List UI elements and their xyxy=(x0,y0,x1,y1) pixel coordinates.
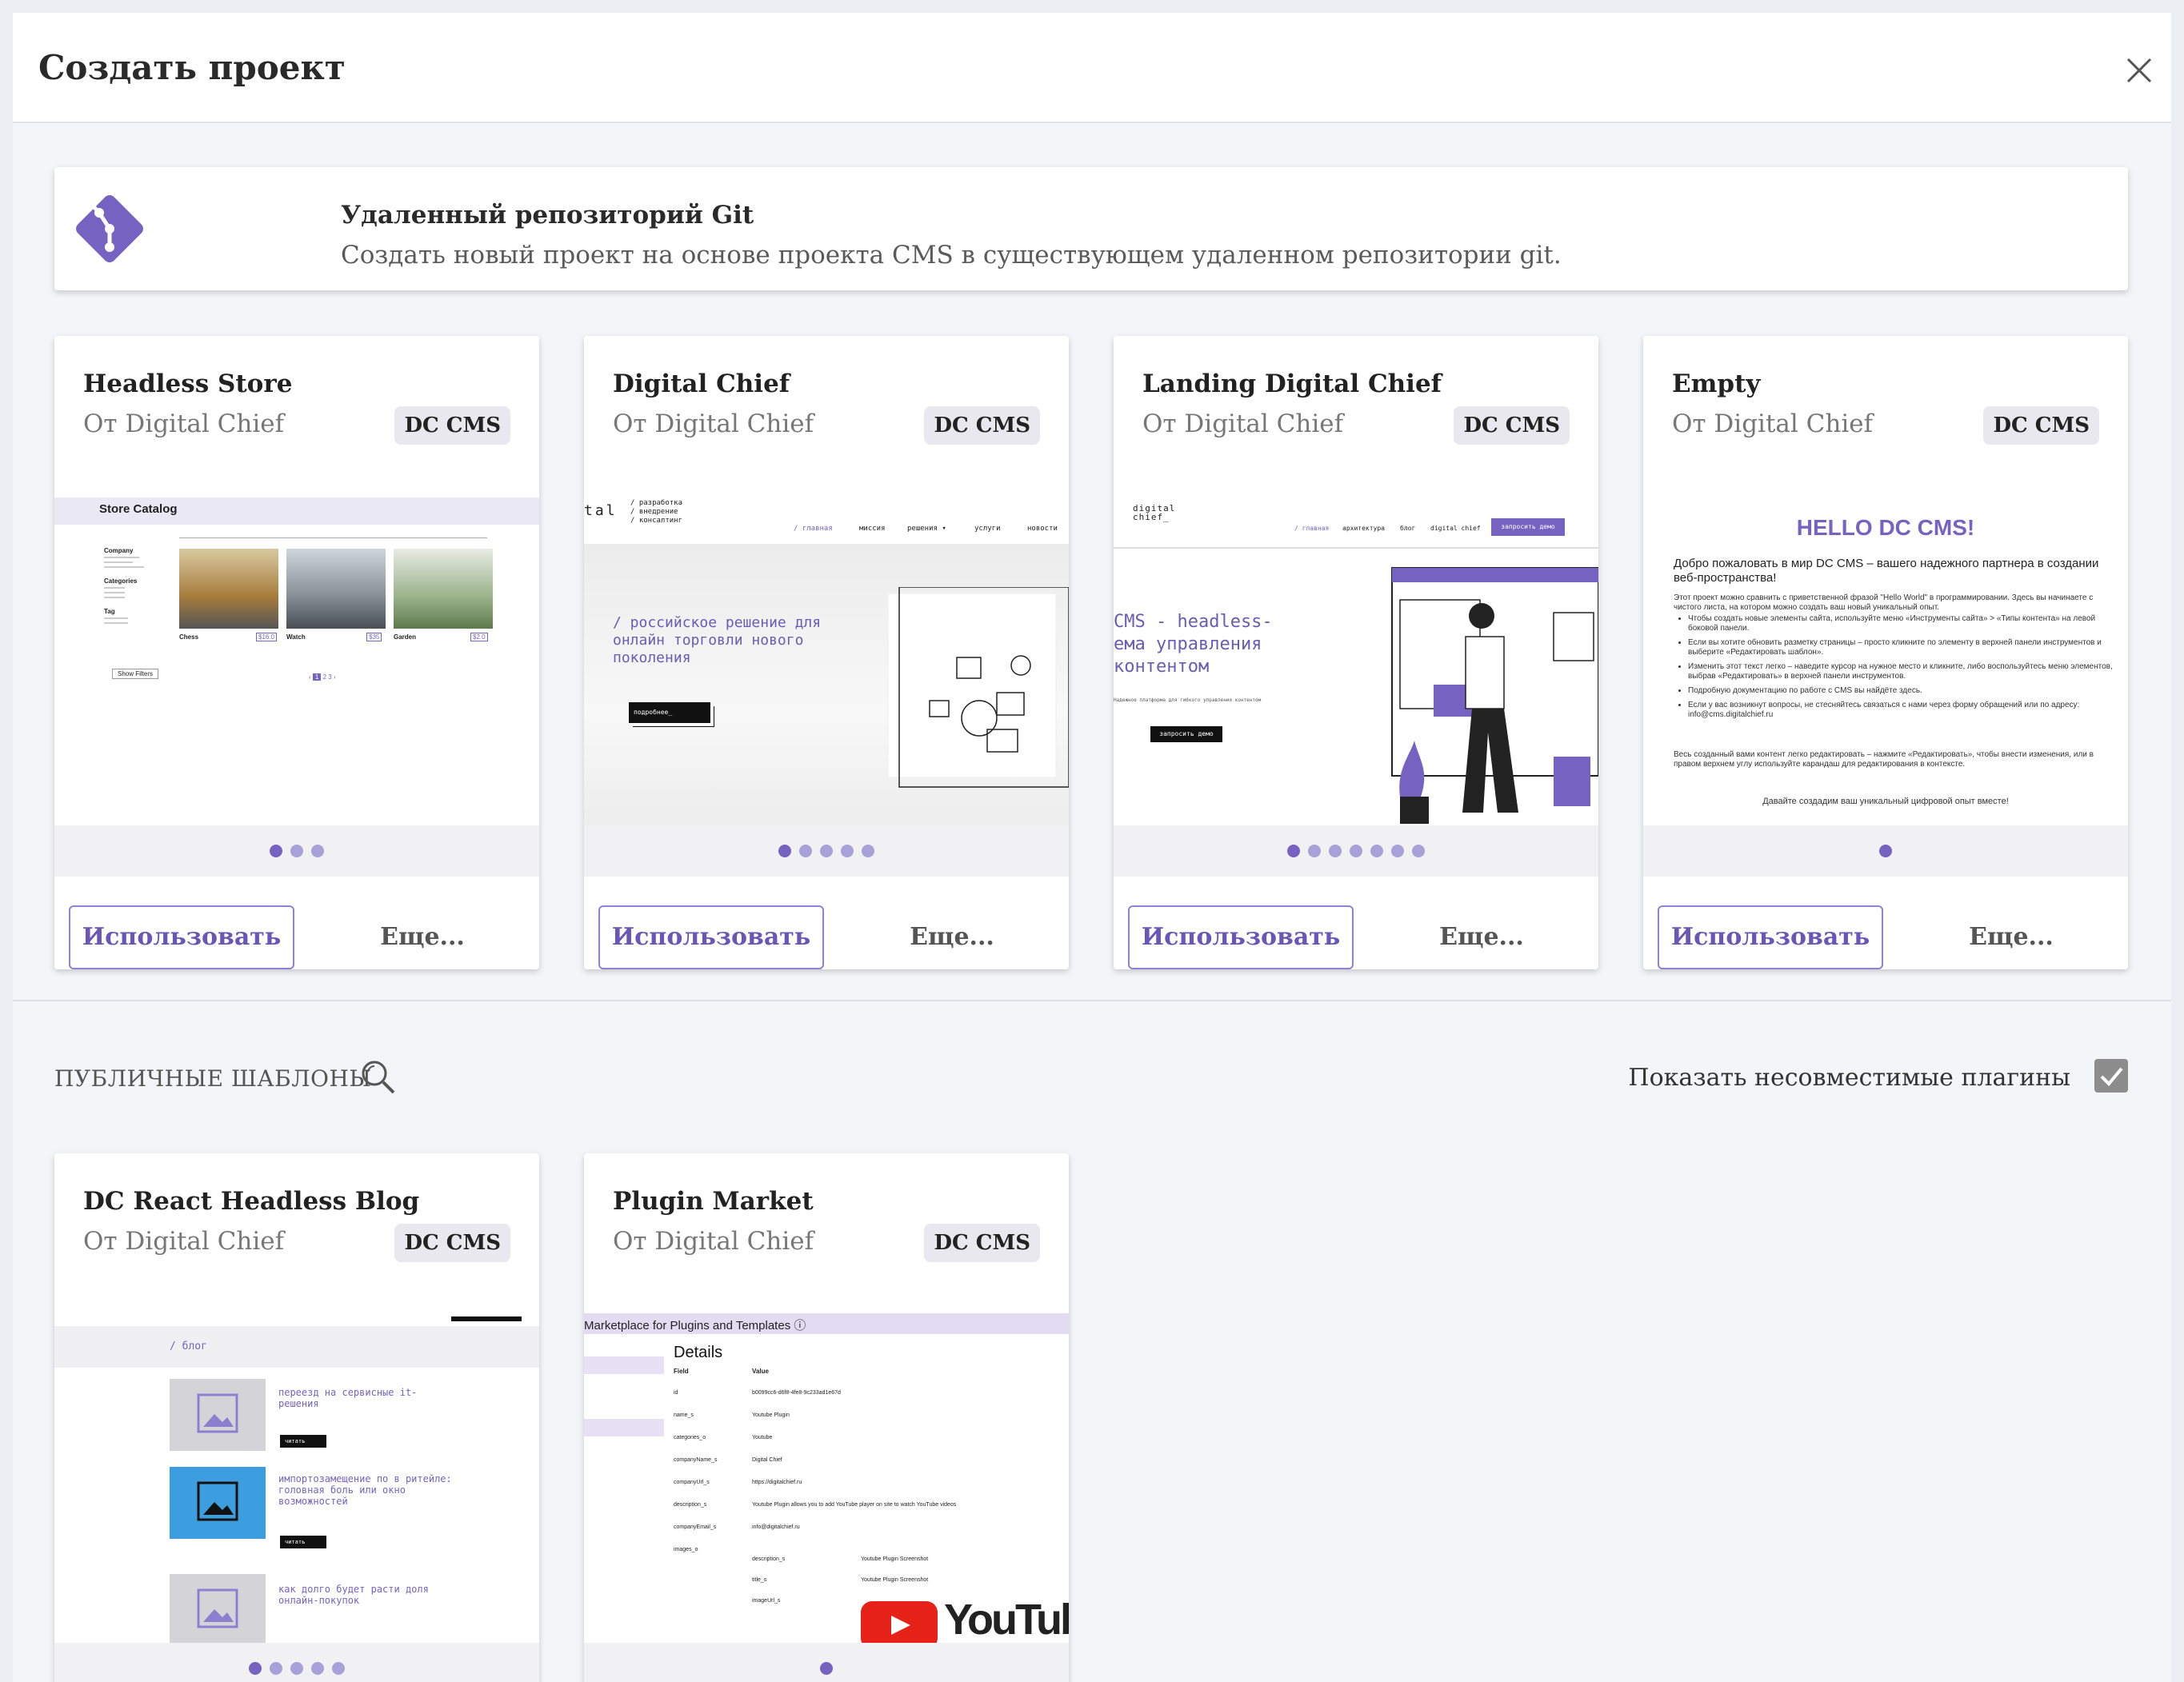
carousel-dot[interactable] xyxy=(841,845,854,857)
youtube-logo xyxy=(861,1601,938,1643)
carousel-dots xyxy=(1643,825,2128,877)
post-image-icon xyxy=(170,1574,266,1643)
carousel-dot[interactable] xyxy=(820,845,833,857)
carousel-dot[interactable] xyxy=(820,1662,833,1675)
illustration xyxy=(1391,567,1598,824)
post-image-icon xyxy=(170,1379,266,1451)
template-card-digital-chief: Digital Chief От Digital Chief DC CMS ta… xyxy=(584,336,1069,969)
card-title: Plugin Market xyxy=(613,1187,814,1216)
card-author: От Digital Chief xyxy=(83,410,285,438)
more-button[interactable]: Еще... xyxy=(1907,905,2115,969)
carousel-dots xyxy=(54,825,539,877)
carousel-dot[interactable] xyxy=(1287,845,1300,857)
cms-badge: DC CMS xyxy=(924,1224,1040,1262)
carousel-dot[interactable] xyxy=(270,1662,282,1675)
use-template-button[interactable]: Использовать xyxy=(1658,905,1883,969)
carousel-dot[interactable] xyxy=(270,845,282,857)
template-card-landing-digital-chief: Landing Digital Chief От Digital Chief D… xyxy=(1114,336,1598,969)
more-button[interactable]: Еще... xyxy=(1378,905,1586,969)
carousel-dots xyxy=(54,1643,539,1682)
template-card-headless-store: Headless Store От Digital Chief DC CMS S… xyxy=(54,336,539,969)
show-incompatible-checkbox[interactable] xyxy=(2094,1059,2128,1093)
close-icon[interactable] xyxy=(2122,53,2157,88)
more-button[interactable]: Еще... xyxy=(318,905,526,969)
template-preview: digital chief_ / главная архитектура бло… xyxy=(1114,493,1598,825)
carousel-dot[interactable] xyxy=(1308,845,1321,857)
cms-badge: DC CMS xyxy=(1454,406,1570,445)
carousel-dot[interactable] xyxy=(332,1662,345,1675)
section-divider xyxy=(13,1000,2171,1001)
carousel-dot[interactable] xyxy=(311,845,324,857)
carousel-dot[interactable] xyxy=(311,1662,324,1675)
cms-badge: DC CMS xyxy=(394,1224,510,1262)
template-card-empty: Empty От Digital Chief DC CMS HELLO DC C… xyxy=(1643,336,2128,969)
cms-badge: DC CMS xyxy=(1983,406,2099,445)
card-title: Digital Chief xyxy=(613,370,790,398)
template-preview: / блог переезд на сервисные it-решения ч… xyxy=(54,1310,539,1643)
more-button[interactable]: Еще... xyxy=(848,905,1056,969)
template-preview: Store Catalog Company Categories Tag Che… xyxy=(54,493,539,825)
product-image xyxy=(286,549,386,629)
use-template-button[interactable]: Использовать xyxy=(598,905,824,969)
carousel-dot[interactable] xyxy=(1412,845,1425,857)
preview-heading: Store Catalog xyxy=(99,502,178,516)
git-option-description: Создать новый проект на основе проекта C… xyxy=(341,241,1562,270)
product-image xyxy=(179,549,278,629)
card-author: От Digital Chief xyxy=(1142,410,1344,438)
card-title: DC React Headless Blog xyxy=(83,1187,420,1216)
use-template-button[interactable]: Использовать xyxy=(1128,905,1354,969)
carousel-dot[interactable] xyxy=(290,1662,303,1675)
post-image-icon xyxy=(170,1467,266,1539)
template-preview: HELLO DC CMS! Добро пожаловать в мир DC … xyxy=(1643,493,2128,825)
card-author: От Digital Chief xyxy=(613,410,814,438)
product-image xyxy=(394,549,493,629)
template-card-plugin-market: Plugin Market От Digital Chief DC CMS Ma… xyxy=(584,1153,1069,1682)
carousel-dots xyxy=(584,825,1069,877)
carousel-dot[interactable] xyxy=(249,1662,262,1675)
carousel-dot[interactable] xyxy=(290,845,303,857)
use-template-button[interactable]: Использовать xyxy=(69,905,294,969)
search-icon[interactable] xyxy=(358,1057,398,1097)
public-templates-label: ПУБЛИЧНЫЕ ШАБЛОНЫ xyxy=(54,1065,372,1092)
template-preview: tal / разработка / внедрение / консалтин… xyxy=(584,493,1069,825)
carousel-dot[interactable] xyxy=(799,845,812,857)
git-repository-option[interactable]: Удаленный репозиторий Git Создать новый … xyxy=(54,167,2128,290)
git-icon xyxy=(76,195,143,262)
carousel-dot[interactable] xyxy=(1329,845,1342,857)
git-option-title: Удаленный репозиторий Git xyxy=(341,201,754,230)
illustration xyxy=(887,587,1069,788)
carousel-dot[interactable] xyxy=(1370,845,1383,857)
check-icon xyxy=(2100,1067,2123,1086)
template-card-react-headless-blog: DC React Headless Blog От Digital Chief … xyxy=(54,1153,539,1682)
carousel-dot[interactable] xyxy=(862,845,874,857)
card-title: Landing Digital Chief xyxy=(1142,370,1442,398)
card-author: От Digital Chief xyxy=(1672,410,1874,438)
dialog-header: Создать проект xyxy=(13,13,2171,123)
carousel-dot[interactable] xyxy=(778,845,791,857)
carousel-dot[interactable] xyxy=(1879,845,1892,857)
card-title: Headless Store xyxy=(83,370,293,398)
card-title: Empty xyxy=(1672,370,1761,398)
cms-badge: DC CMS xyxy=(394,406,510,445)
template-preview: Marketplace for Plugins and Templates ⓘ … xyxy=(584,1310,1069,1643)
dialog-title: Создать проект xyxy=(38,48,346,87)
carousel-dot[interactable] xyxy=(1350,845,1362,857)
carousel-dots xyxy=(1114,825,1598,877)
show-incompatible-label: Показать несовместимые плагины xyxy=(1628,1064,2070,1092)
carousel-dots xyxy=(584,1643,1069,1682)
card-author: От Digital Chief xyxy=(83,1227,285,1256)
card-author: От Digital Chief xyxy=(613,1227,814,1256)
carousel-dot[interactable] xyxy=(1391,845,1404,857)
cms-badge: DC CMS xyxy=(924,406,1040,445)
create-project-dialog: Создать проект Удаленный репозиторий Git… xyxy=(13,13,2171,1682)
